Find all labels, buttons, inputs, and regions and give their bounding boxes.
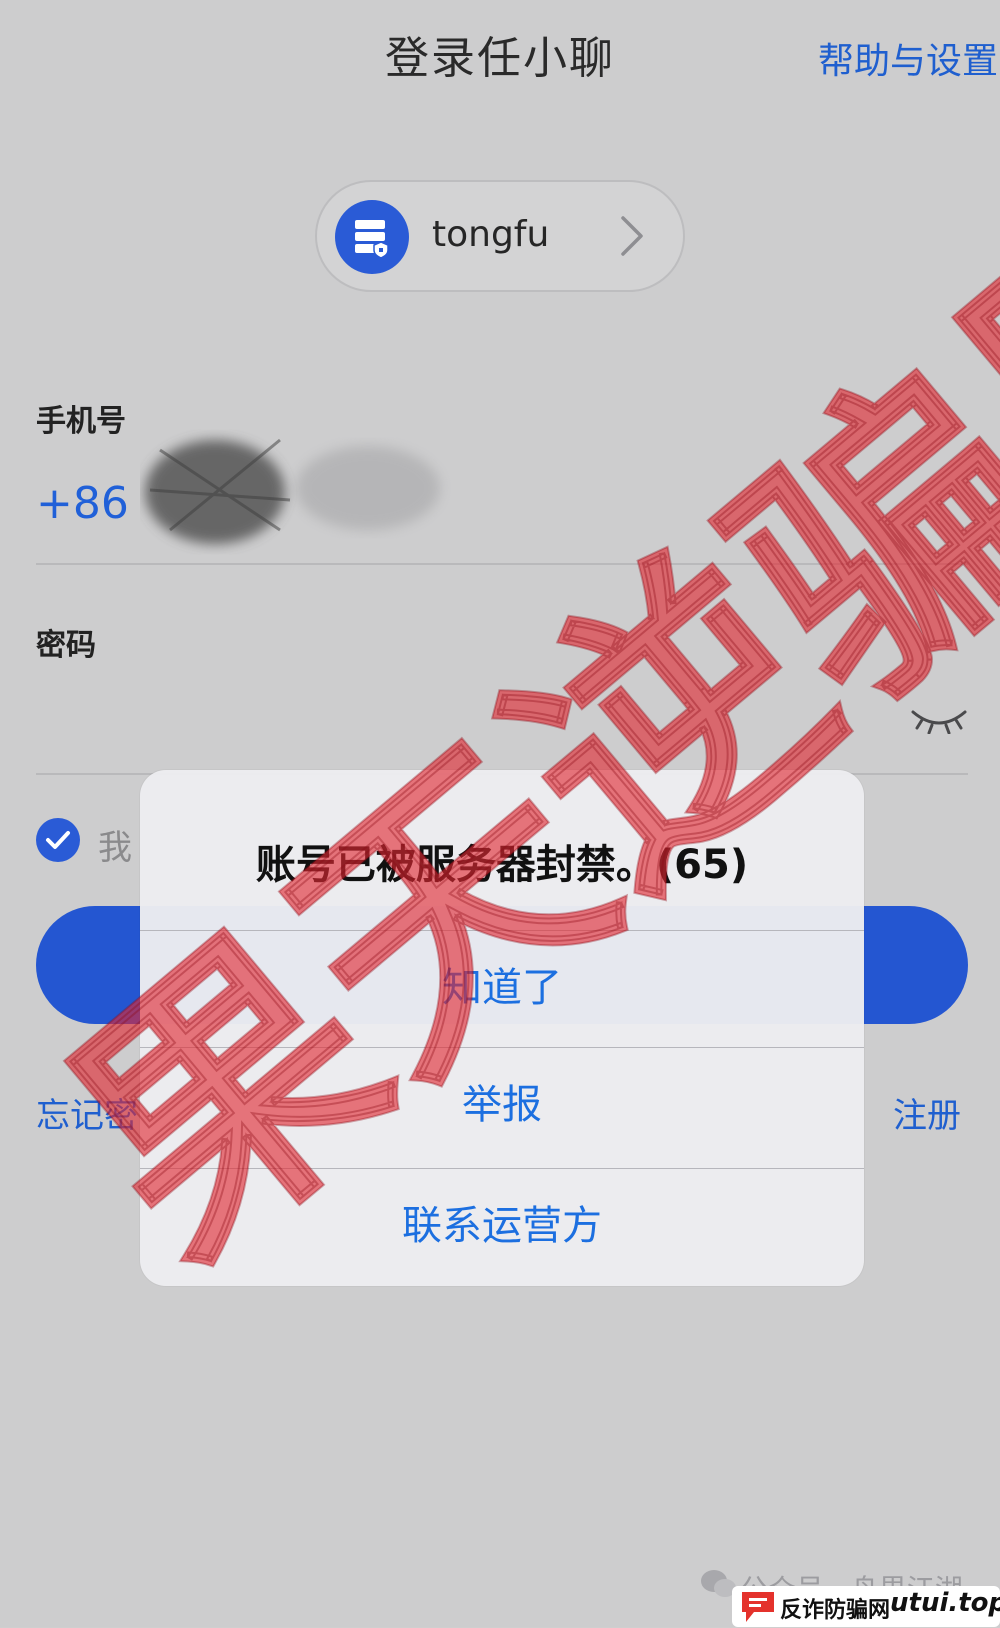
site-badge: 反诈防骗网 utui.top	[732, 1586, 1000, 1627]
phone-divider	[36, 563, 968, 565]
alert-contact-operator-button[interactable]: 联系运营方	[140, 1168, 864, 1284]
register-link[interactable]: 注册	[893, 1088, 961, 1137]
alert-ok-button[interactable]: 知道了	[140, 930, 864, 1046]
login-screen: 登录任小聊 帮助与设置 tongfu 手机号 +86 密码 我 忘记密 注册 账…	[0, 0, 1000, 1627]
agreement-text: 我	[98, 828, 132, 868]
help-settings-link[interactable]: 帮助与设置	[818, 32, 998, 84]
server-name: tongfu	[432, 214, 550, 255]
agreement-checkbox[interactable]	[36, 818, 80, 862]
site-logo-icon	[740, 1590, 778, 1628]
server-selector[interactable]: tongfu	[315, 180, 685, 292]
alert-report-button[interactable]: 举报	[140, 1047, 864, 1163]
chevron-right-icon	[619, 214, 645, 262]
password-label: 密码	[36, 628, 96, 663]
site-domain: utui.top	[890, 1588, 1000, 1618]
phone-label: 手机号	[36, 404, 126, 439]
eye-closed-icon[interactable]	[910, 706, 968, 738]
country-code-selector[interactable]: +86	[36, 478, 129, 529]
ban-alert-dialog: 账号已被服务器封禁。(65) 知道了 举报 联系运营方	[140, 770, 864, 1286]
alert-message: 账号已被服务器封禁。(65)	[255, 842, 749, 888]
site-name: 反诈防骗网	[780, 1598, 891, 1623]
forgot-password-link[interactable]: 忘记密	[36, 1088, 138, 1137]
phone-number-redaction	[145, 438, 440, 544]
server-shield-icon	[335, 200, 409, 274]
